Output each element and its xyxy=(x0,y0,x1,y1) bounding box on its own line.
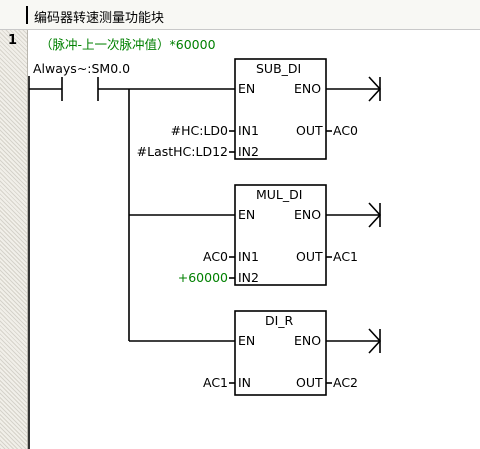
di-r-in-pin: IN xyxy=(238,375,252,390)
sub-di-out-pin: OUT xyxy=(296,123,323,138)
sub-di-eno: ENO xyxy=(294,81,322,96)
mul-di-in2-constant[interactable]: +60000 xyxy=(150,271,228,285)
normally-open-contact[interactable] xyxy=(29,77,235,101)
di-r-out-operand[interactable]: AC2 xyxy=(333,376,358,390)
di-r-in-operand[interactable]: AC1 xyxy=(150,376,228,390)
di-r-out-pin: OUT xyxy=(296,375,323,390)
di-r-eno: ENO xyxy=(294,333,322,348)
di-r-title: DI_R xyxy=(265,313,294,328)
sub-di-in1-pin: IN1 xyxy=(238,123,259,138)
mul-di-out-pin: OUT xyxy=(296,249,323,264)
mul-di-in2-pin: IN2 xyxy=(238,270,259,285)
mul-di-in1-pin: IN1 xyxy=(238,249,259,264)
mul-di-title: MUL_DI xyxy=(256,187,303,202)
mul-di-in1-operand[interactable]: AC0 xyxy=(150,250,228,264)
sub-di-in2-operand[interactable]: #LastHC:LD12 xyxy=(110,145,228,159)
sub-di-title: SUB_DI xyxy=(256,61,302,76)
contact-address[interactable]: Always~:SM0.0 xyxy=(33,62,130,76)
di-r-en: EN xyxy=(238,333,256,348)
mul-di-out-operand[interactable]: AC1 xyxy=(333,250,358,264)
sub-di-in2-pin: IN2 xyxy=(238,144,259,159)
mul-di-en: EN xyxy=(238,207,256,222)
mul-di-eno: ENO xyxy=(294,207,322,222)
sub-di-in1-operand[interactable]: #HC:LD0 xyxy=(130,124,228,138)
sub-di-out-operand[interactable]: AC0 xyxy=(333,124,358,138)
sub-di-en: EN xyxy=(238,81,256,96)
